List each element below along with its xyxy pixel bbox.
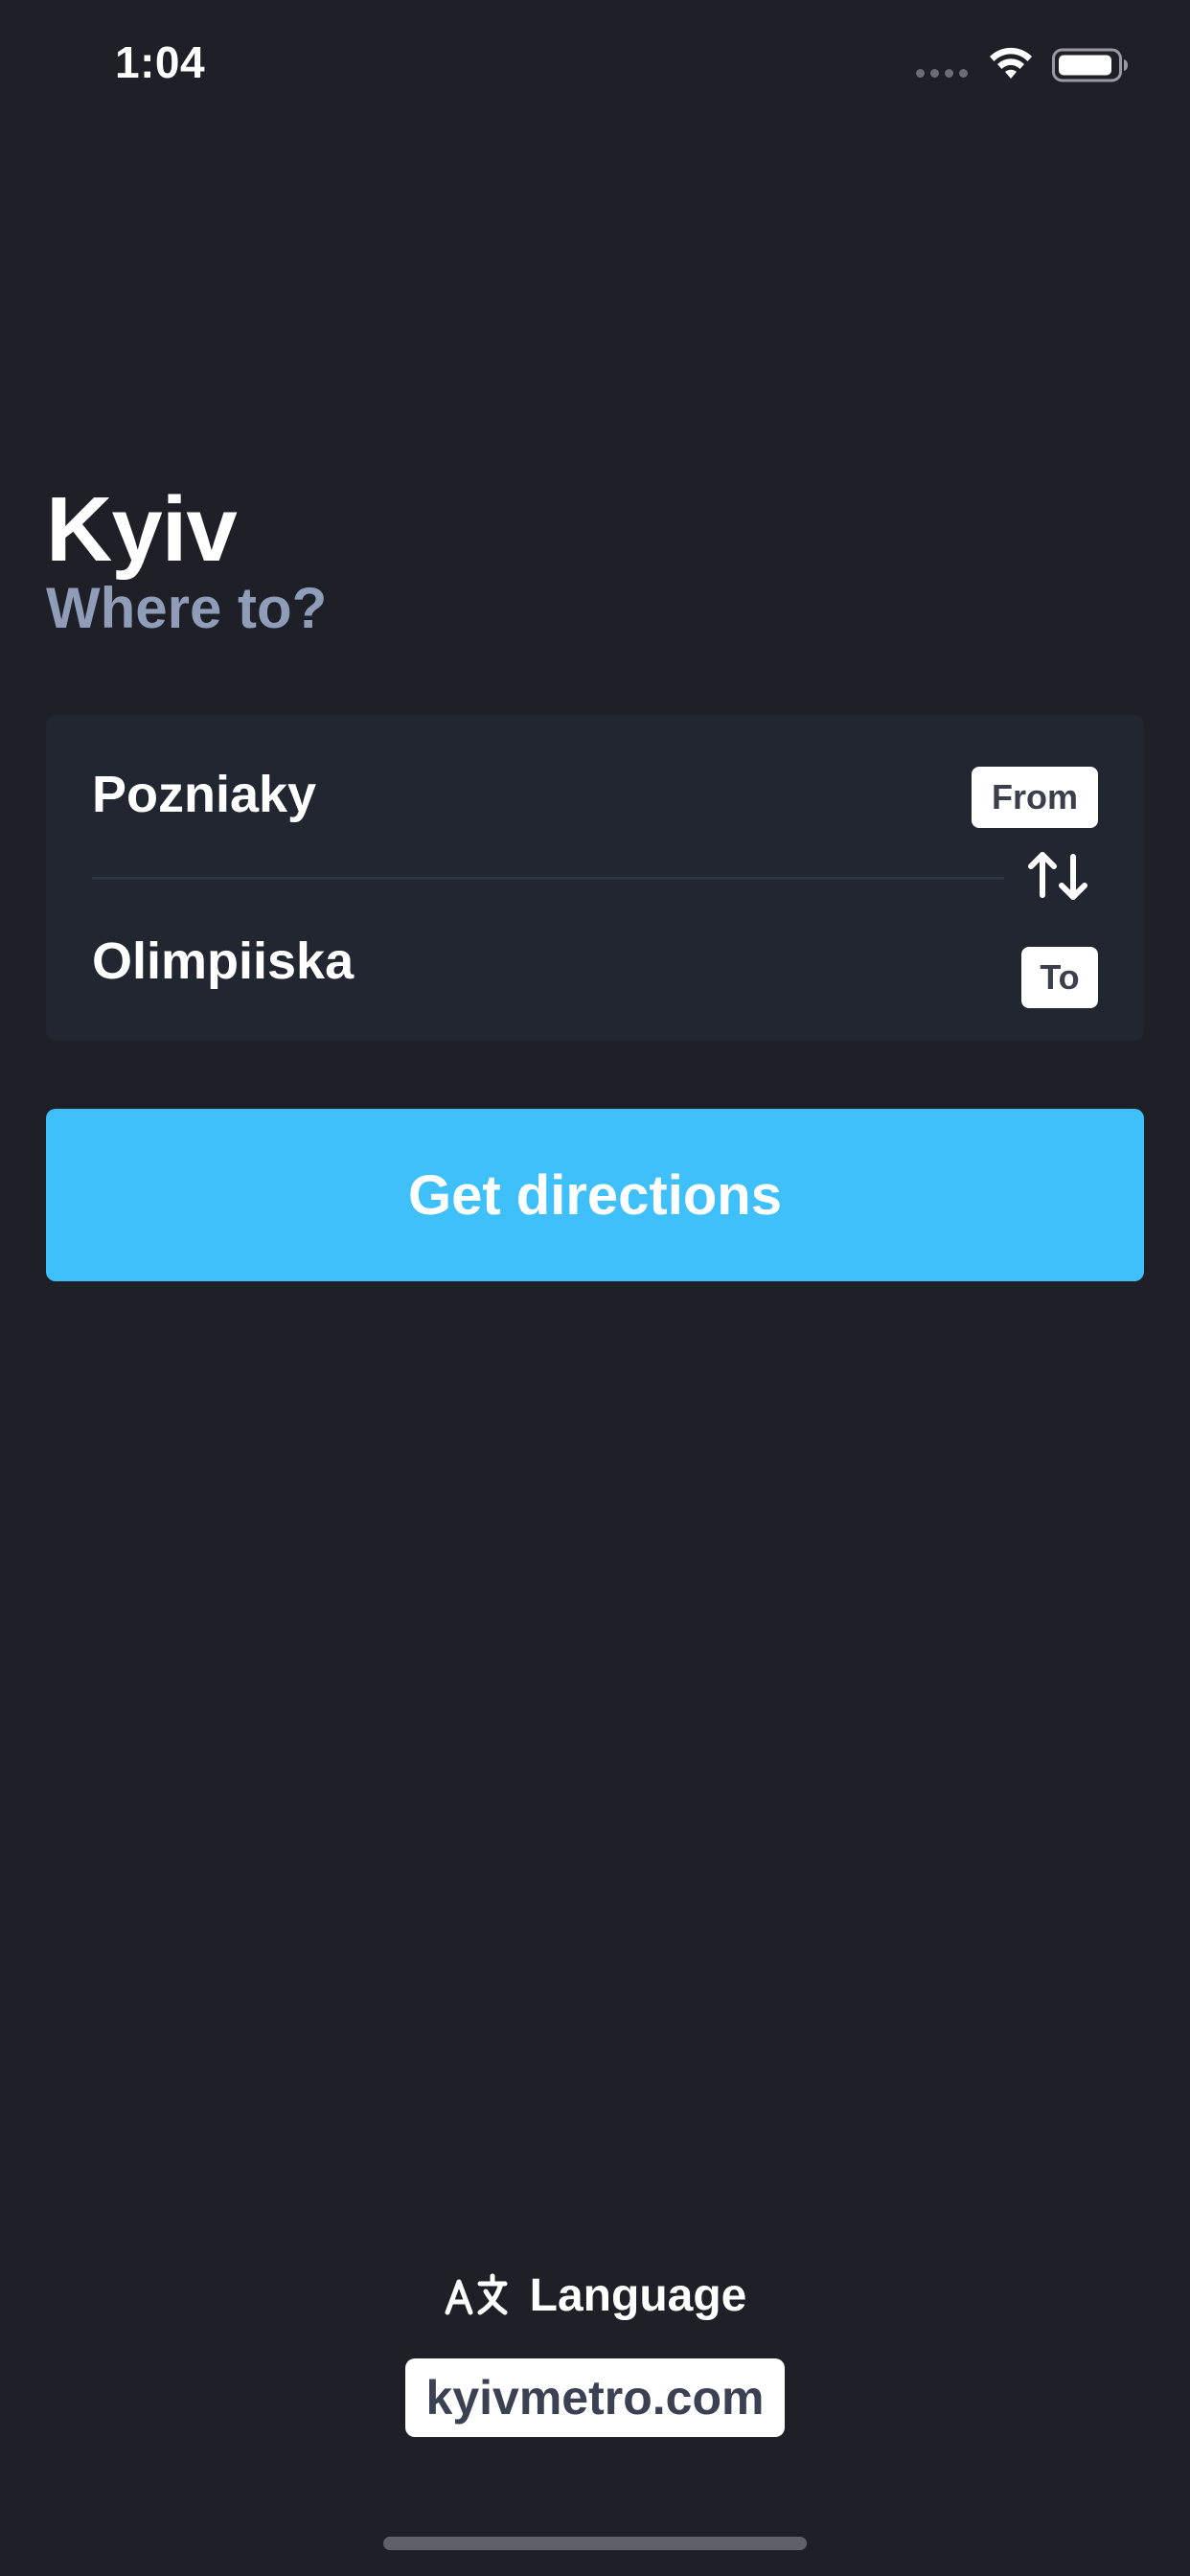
from-station-name: Pozniaky — [92, 766, 317, 823]
get-directions-button[interactable]: Get directions — [46, 1109, 1144, 1281]
language-label: Language — [529, 2269, 747, 2321]
from-station-row[interactable]: Pozniaky From — [92, 742, 1098, 838]
wifi-icon — [990, 47, 1032, 79]
route-divider — [92, 877, 1004, 880]
home-indicator — [383, 2537, 807, 2550]
battery-icon — [1052, 48, 1128, 82]
status-bar: 1:04 — [0, 0, 1190, 134]
signal-dots-icon — [916, 69, 968, 78]
route-card: Pozniaky From Olimpiiska To — [46, 715, 1144, 1041]
from-tag: From — [972, 767, 1098, 828]
translate-icon — [445, 2273, 508, 2315]
page-title: Kyiv — [46, 478, 238, 581]
to-tag: To — [1021, 947, 1098, 1008]
language-button[interactable]: Language — [0, 2262, 1190, 2329]
to-station-row[interactable]: Olimpiiska To — [92, 907, 1098, 1008]
swap-arrows-icon[interactable] — [1023, 847, 1092, 905]
website-link[interactable]: kyivmetro.com — [405, 2358, 785, 2437]
page-subtitle: Where to? — [46, 576, 328, 640]
status-time: 1:04 — [115, 37, 206, 87]
to-station-name: Olimpiiska — [92, 932, 355, 990]
